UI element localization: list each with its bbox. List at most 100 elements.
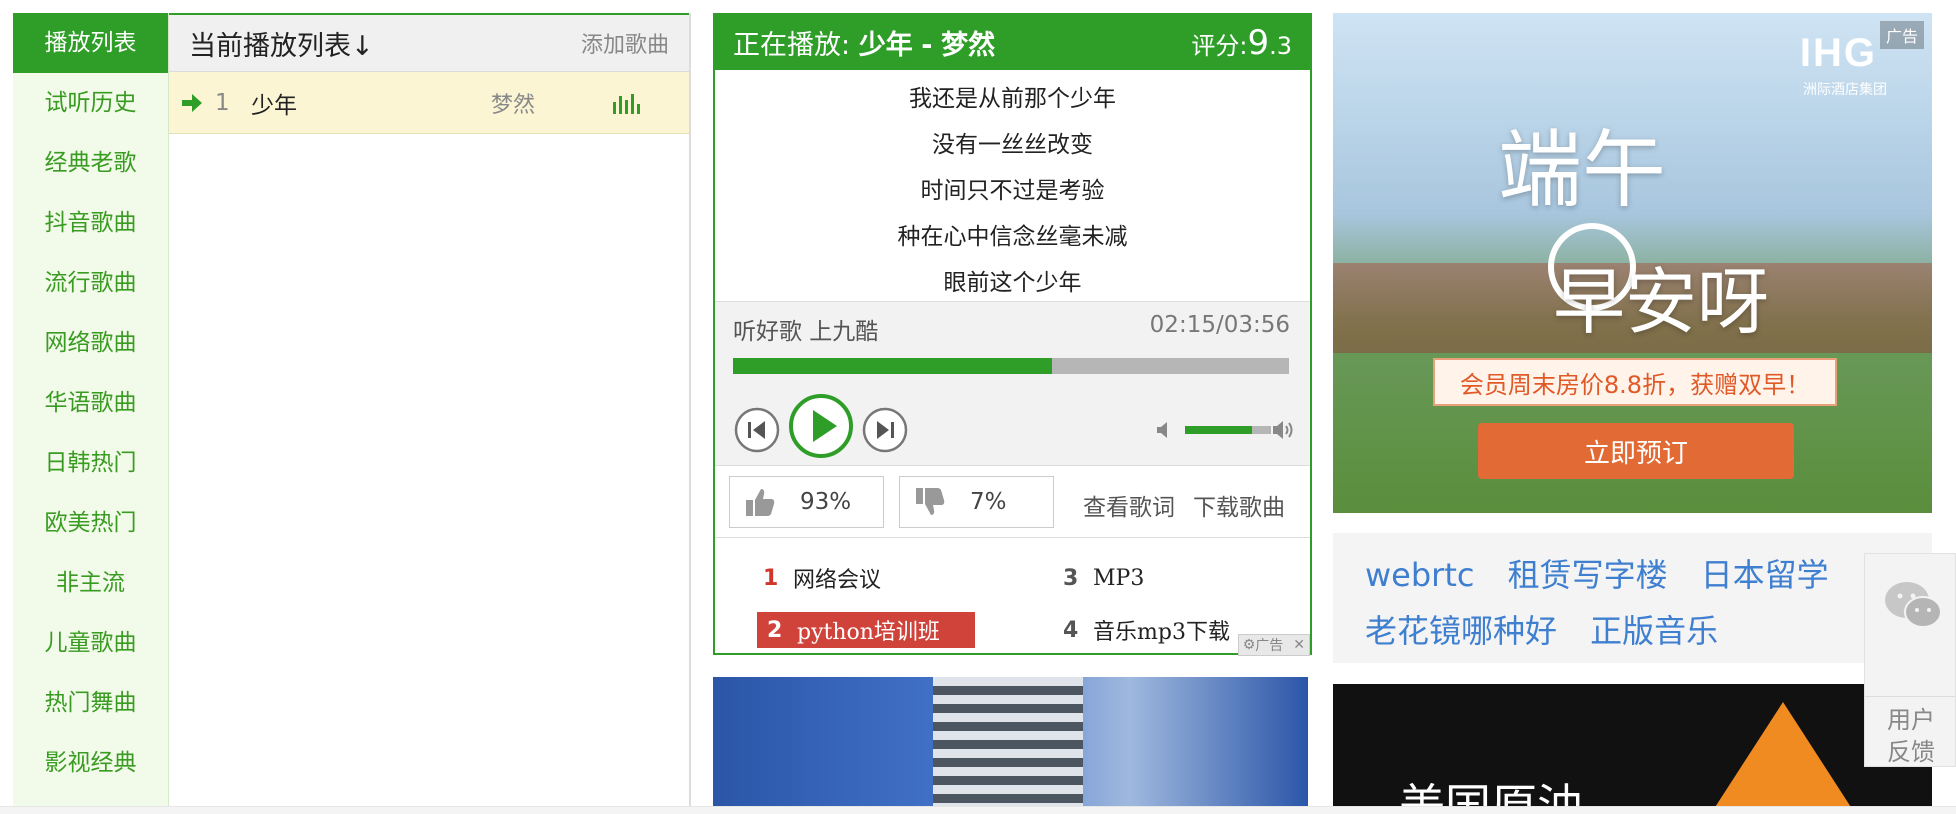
sidebar-item-chinese[interactable]: 华语歌曲 xyxy=(13,373,168,433)
lyric-line: 没有一丝丝改变 xyxy=(932,132,1093,158)
ad-label: 广告 xyxy=(1255,638,1284,654)
hot-link[interactable]: 2 python培训班 xyxy=(757,612,975,648)
song-title[interactable]: 少年 xyxy=(251,86,491,120)
ad-badge: ⚙ 广告 ✕ xyxy=(1237,634,1310,656)
sidebar-item-network[interactable]: 网络歌曲 xyxy=(13,313,168,373)
player-panel: 正在播放: 少年 - 梦然 评分:9.3 我还是从前那个少年 没有一丝丝改变 时… xyxy=(713,13,1312,656)
progress-bar[interactable] xyxy=(733,358,1289,374)
sidebar-item-history[interactable]: 试听历史 xyxy=(13,73,168,133)
hot-link-text: 网络会议 xyxy=(793,568,882,593)
download-song-link[interactable]: 下载歌曲 xyxy=(1193,488,1285,522)
progress-fill xyxy=(733,358,1052,374)
ad-offer-text: 会员周末房价8.8折，获赠双早！ xyxy=(1433,358,1837,406)
vote-row: 93% 7% 查看歌词 下载歌曲 xyxy=(715,466,1310,538)
hot-link[interactable]: 1 网络会议 xyxy=(763,560,881,596)
table-row[interactable]: 1 少年 梦然 xyxy=(169,72,689,134)
previous-button[interactable] xyxy=(733,406,781,454)
banner-image-ad[interactable] xyxy=(713,677,1308,814)
feedback-panel[interactable]: 用户反馈 xyxy=(1864,553,1956,767)
keyword-links: webrtc 租赁写字楼 日本留学 老花镜哪种好 正版音乐 xyxy=(1333,533,1932,663)
play-icon xyxy=(789,394,853,458)
ad-corner-label: 广告 xyxy=(1879,21,1924,49)
song-score: 评分:9.3 xyxy=(1191,23,1292,63)
sidebar-item-playlist[interactable]: 播放列表 xyxy=(13,13,168,73)
lyric-line: 我还是从前那个少年 xyxy=(909,86,1116,112)
hot-link[interactable]: 4 音乐mp3下载 xyxy=(1063,612,1230,648)
now-playing-song: 少年 xyxy=(858,30,913,61)
ad-title: 端午 xyxy=(1498,121,1667,219)
sidebar-item-douyin[interactable]: 抖音歌曲 xyxy=(13,193,168,253)
volume-high-icon[interactable] xyxy=(1271,418,1295,442)
hot-link-number: 3 xyxy=(1063,565,1079,591)
time-display: 02:15/03:56 xyxy=(1149,312,1290,338)
dislike-button[interactable]: 7% xyxy=(899,476,1054,528)
next-button[interactable] xyxy=(861,406,909,454)
hot-link-text: MP3 xyxy=(1093,565,1145,591)
song-number: 1 xyxy=(215,89,230,116)
playlist-title[interactable]: 当前播放列表↓ xyxy=(189,24,374,63)
hot-link-number: 1 xyxy=(763,565,779,591)
sidebar-item-jpkr[interactable]: 日韩热门 xyxy=(13,433,168,493)
thumbs-down-icon xyxy=(916,488,945,515)
add-song-button[interactable]: 添加歌曲 xyxy=(581,27,669,59)
oil-ad[interactable]: 美国原油 xyxy=(1333,684,1932,814)
equalizer-icon xyxy=(613,93,640,114)
sidebar-item-alternative[interactable]: 非主流 xyxy=(13,553,168,613)
sidebar-item-children[interactable]: 儿童歌曲 xyxy=(13,613,168,673)
book-now-button[interactable]: 立即预订 xyxy=(1478,423,1794,479)
now-playing-bar: 正在播放: 少年 - 梦然 评分:9.3 xyxy=(715,15,1310,70)
wechat-icon[interactable] xyxy=(1883,578,1943,634)
hot-link-text: 音乐mp3下载 xyxy=(1093,620,1230,645)
dislike-percent: 7% xyxy=(970,489,1007,515)
bottom-border xyxy=(0,806,1956,814)
playlist-header: 当前播放列表↓ 添加歌曲 xyxy=(169,13,689,72)
feedback-button[interactable]: 用户反馈 xyxy=(1881,704,1941,768)
close-icon[interactable]: ✕ xyxy=(1293,637,1305,653)
play-button[interactable] xyxy=(787,392,855,460)
sidebar-item-classic[interactable]: 经典老歌 xyxy=(13,133,168,193)
sidebar-item-dance[interactable]: 热门舞曲 xyxy=(13,673,168,733)
like-button[interactable]: 93% xyxy=(729,476,884,528)
hotel-ad[interactable]: 广告 IHG 洲际酒店集团 端午 早安呀 会员周末房价8.8折，获赠双早！ 立即… xyxy=(1333,13,1932,513)
lyric-line: 种在心中信念丝毫未减 xyxy=(897,224,1128,250)
now-playing-separator: - xyxy=(921,30,933,61)
previous-icon xyxy=(734,407,780,453)
hot-link-text: python培训班 xyxy=(797,620,940,645)
volume-low-icon[interactable] xyxy=(1155,420,1175,440)
hot-link-number: 4 xyxy=(1063,617,1079,643)
ad-subtitle: 早安呀 xyxy=(1553,260,1770,344)
now-playing-artist: 梦然 xyxy=(941,30,996,61)
keyword-link[interactable]: webrtc xyxy=(1365,547,1474,603)
score-decimal: .3 xyxy=(1269,31,1292,60)
ad-info-icon[interactable]: ⚙ xyxy=(1243,637,1256,653)
thumbs-up-icon xyxy=(746,489,775,516)
hot-link-number: 2 xyxy=(767,617,783,643)
now-playing-label: 正在播放: xyxy=(733,30,851,61)
keyword-link[interactable]: 日本留学 xyxy=(1701,547,1829,603)
brand-subtitle: 洲际酒店集团 xyxy=(1803,82,1887,98)
like-percent: 93% xyxy=(800,489,852,515)
player-controls: 听好歌 上九酷 02:15/03:56 xyxy=(715,301,1310,466)
lyric-line: 眼前这个少年 xyxy=(943,270,1082,296)
playlist-panel: 当前播放列表↓ 添加歌曲 1 少年 梦然 xyxy=(169,13,691,814)
lyric-line: 时间只不过是考验 xyxy=(920,178,1105,204)
view-lyrics-link[interactable]: 查看歌词 xyxy=(1083,488,1175,522)
category-sidebar: 播放列表 试听历史 经典老歌 抖音歌曲 流行歌曲 网络歌曲 华语歌曲 日韩热门 … xyxy=(13,13,169,814)
volume-slider[interactable] xyxy=(1185,426,1271,434)
score-integer: 9 xyxy=(1247,22,1270,63)
hot-link[interactable]: 3 MP3 xyxy=(1063,560,1144,596)
feedback-divider xyxy=(1865,696,1955,697)
keyword-link[interactable]: 老花镜哪种好 xyxy=(1365,603,1557,659)
now-playing-title: 正在播放: 少年 - 梦然 xyxy=(733,23,995,62)
score-label: 评分: xyxy=(1191,31,1248,60)
keyword-link[interactable]: 租赁写字楼 xyxy=(1508,547,1668,603)
sidebar-item-pop[interactable]: 流行歌曲 xyxy=(13,253,168,313)
sidebar-item-film[interactable]: 影视经典 xyxy=(13,733,168,793)
brand-logo: IHG xyxy=(1799,31,1877,75)
song-artist[interactable]: 梦然 xyxy=(491,87,611,119)
lyrics-panel: 我还是从前那个少年 没有一丝丝改变 时间只不过是考验 种在心中信念丝毫未减 眼前… xyxy=(715,70,1310,301)
keyword-link[interactable]: 正版音乐 xyxy=(1590,603,1718,659)
volume-fill xyxy=(1185,426,1253,434)
sidebar-item-western[interactable]: 欧美热门 xyxy=(13,493,168,553)
hot-links-ad: 1 网络会议 2 python培训班 3 MP3 4 音乐mp3下载 ⚙ 广告 … xyxy=(715,538,1310,656)
